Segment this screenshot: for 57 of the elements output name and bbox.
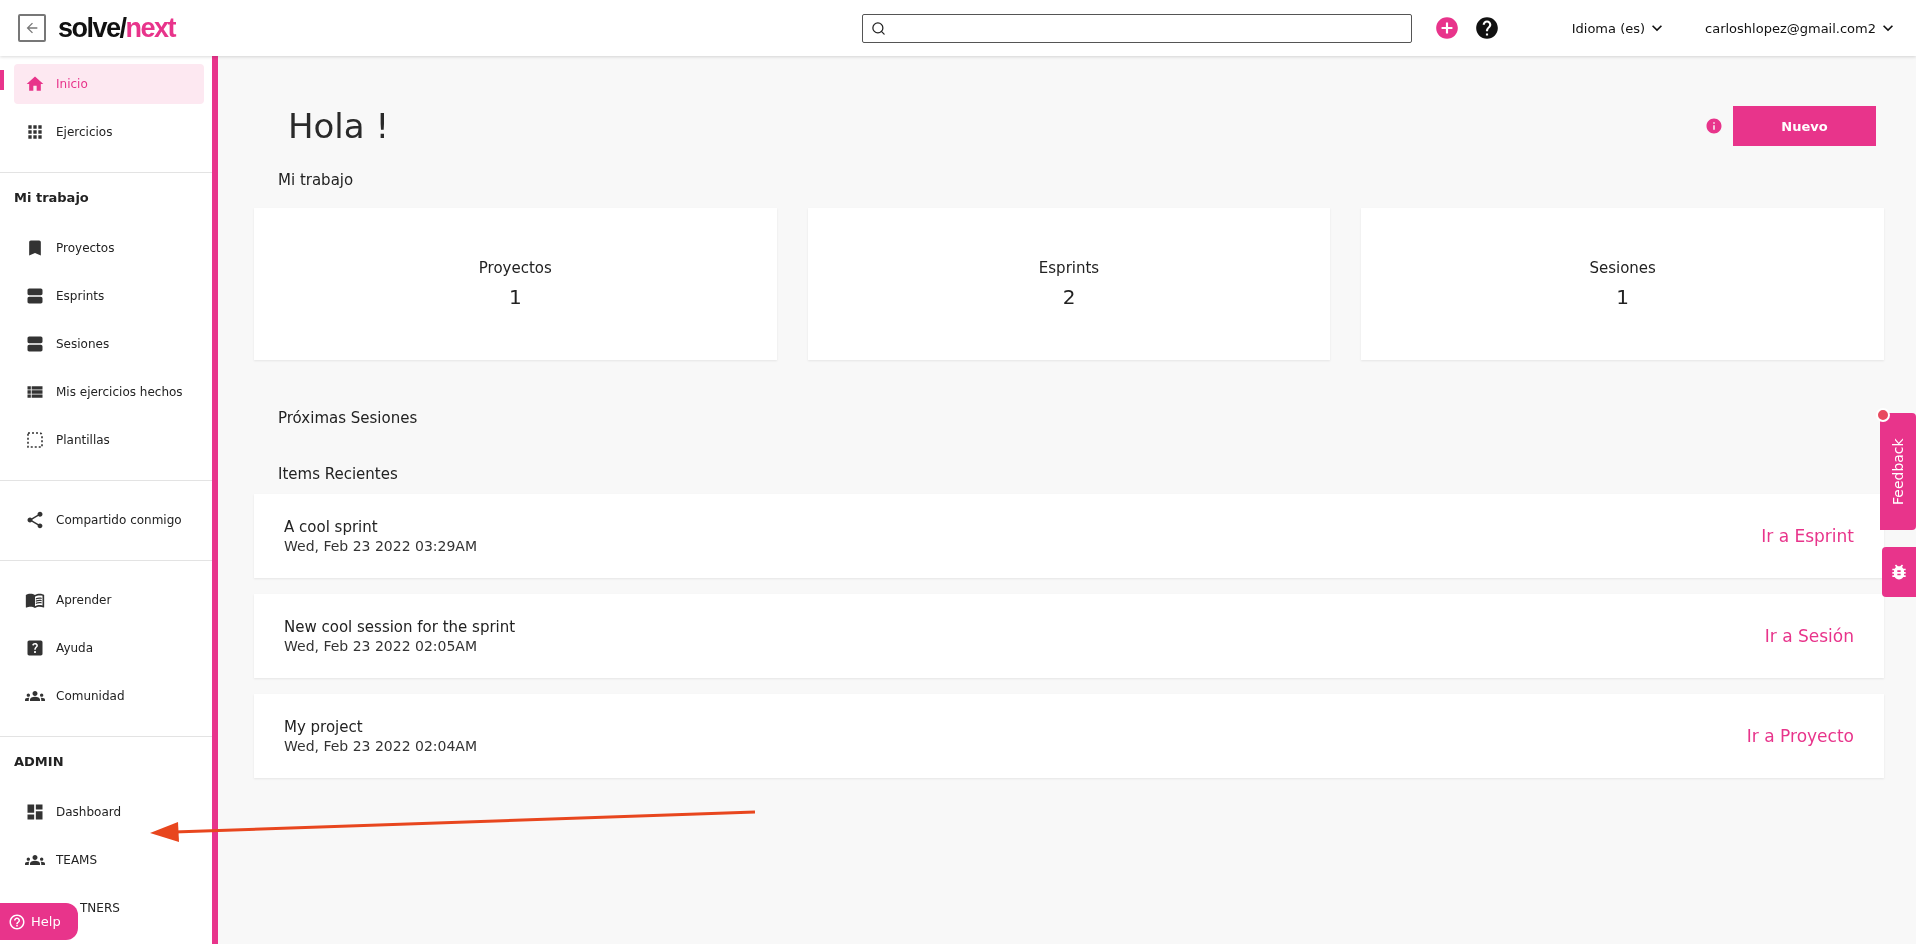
search-icon	[870, 20, 886, 36]
sidebar-item[interactable]: Aprender	[14, 576, 204, 624]
info-icon[interactable]	[1705, 117, 1723, 135]
item-link[interactable]: Ir a Sesión	[1764, 626, 1854, 646]
new-button[interactable]: Nuevo	[1733, 106, 1876, 146]
section-title: Items Recientes	[277, 464, 398, 485]
bug-icon	[1889, 562, 1909, 582]
sidebar-item[interactable]: Compartido conmigo	[14, 496, 204, 544]
stat-value: 1	[508, 285, 522, 309]
section-title: Mi trabajo	[277, 170, 354, 191]
item-date: Wed, Feb 23 2022 03:29AM	[284, 538, 477, 554]
sidebar-item[interactable]: Dashboard	[14, 788, 204, 836]
sidebar-item[interactable]: Esprints	[14, 272, 204, 320]
item-title: My project	[284, 718, 364, 736]
sidebar-item[interactable]: Ejercicios	[14, 108, 204, 156]
dotted-frame-icon	[26, 431, 44, 449]
share-icon	[25, 510, 45, 530]
item-link[interactable]: Ir a Esprint	[1761, 526, 1854, 546]
stack-icon	[25, 334, 45, 354]
sidebar-item[interactable]: TEAMS	[14, 836, 204, 884]
feedback-tab[interactable]: Feedback	[1880, 413, 1916, 530]
logo: solve/next	[58, 12, 176, 44]
item-link[interactable]: Ir a Proyecto	[1746, 726, 1854, 746]
home-icon	[25, 74, 45, 94]
sidebar-item[interactable]: Plantillas	[14, 416, 204, 464]
help-icon[interactable]	[1473, 15, 1500, 41]
section-title: Próximas Sesiones	[277, 408, 418, 429]
stat-label: Esprints	[1038, 259, 1100, 277]
greeting: Hola !	[288, 106, 390, 146]
back-arrow-icon	[24, 20, 40, 36]
section-title: Mi trabajo	[13, 189, 90, 207]
dashboard-icon	[25, 802, 45, 822]
language-dropdown[interactable]: Idioma (es)	[1571, 18, 1668, 38]
sidebar-item[interactable]: Proyectos	[14, 224, 204, 272]
bug-report-button[interactable]	[1882, 547, 1916, 597]
stat-label: Proyectos	[478, 259, 552, 277]
question-icon	[8, 912, 26, 931]
item-title: A cool sprint	[284, 518, 379, 536]
section-title: ADMIN	[13, 753, 65, 771]
stat-value: 2	[1062, 285, 1076, 309]
sidebar-item[interactable]: TNERS	[80, 884, 204, 932]
add-icon[interactable]	[1433, 15, 1460, 41]
help-button[interactable]: Help	[0, 903, 78, 940]
sidebar-item[interactable]: Ayuda	[14, 624, 204, 672]
item-date: Wed, Feb 23 2022 02:05AM	[284, 638, 478, 654]
item-title: New cool session for the sprint	[284, 618, 516, 636]
stat-value: 1	[1616, 285, 1630, 309]
sidebar-item[interactable]: Sesiones	[14, 320, 204, 368]
sidebar-item[interactable]: Comunidad	[14, 672, 204, 720]
user-menu[interactable]: carloshlopez@gmail.com2	[1705, 18, 1898, 38]
search-field[interactable]	[861, 13, 1412, 43]
item-date: Wed, Feb 23 2022 02:04AM	[284, 738, 477, 754]
stat-label: Sesiones	[1589, 259, 1656, 277]
sidebar-item[interactable]: Mis ejercicios hechos	[14, 368, 204, 416]
grid-icon	[25, 122, 45, 142]
notification-dot	[1876, 408, 1890, 422]
back-button[interactable]	[18, 14, 46, 42]
